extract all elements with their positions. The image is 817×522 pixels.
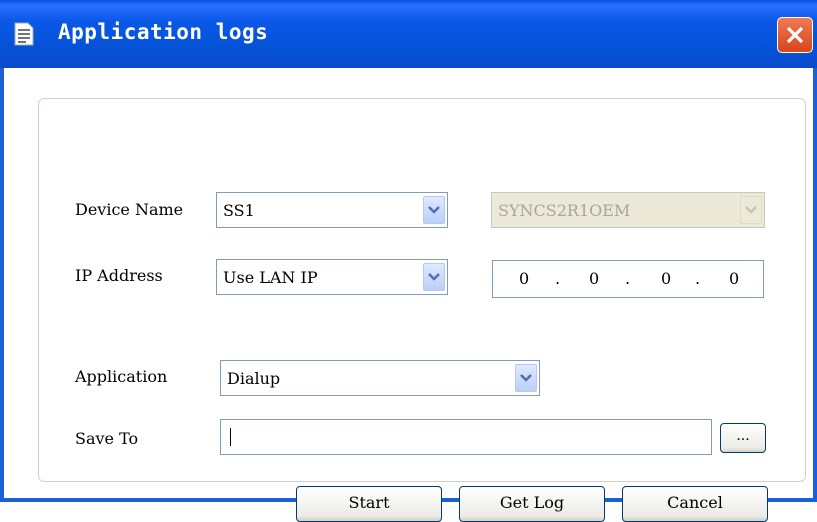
cancel-button[interactable]: Cancel xyxy=(622,486,768,522)
chevron-down-icon[interactable] xyxy=(423,263,445,291)
chevron-down-icon[interactable] xyxy=(423,196,445,224)
ip-address-mode-dropdown[interactable]: Use LAN IP xyxy=(216,259,448,295)
ip-address-label: IP Address xyxy=(75,266,163,285)
ip-octet-3[interactable]: 0 xyxy=(661,269,671,288)
ip-separator: . xyxy=(625,269,631,288)
device-model-dropdown: SYNCS2R1OEM xyxy=(491,192,765,228)
device-model-value: SYNCS2R1OEM xyxy=(498,201,631,220)
window-title: Application logs xyxy=(58,20,269,44)
close-button[interactable] xyxy=(777,17,813,53)
save-to-label: Save To xyxy=(75,429,139,448)
ip-separator: . xyxy=(555,269,561,288)
start-button[interactable]: Start xyxy=(296,486,442,522)
get-log-button[interactable]: Get Log xyxy=(459,486,605,522)
chevron-down-icon xyxy=(740,196,762,224)
save-to-path-input[interactable] xyxy=(220,419,712,455)
ip-octet-2[interactable]: 0 xyxy=(589,269,599,288)
text-cursor xyxy=(230,428,231,446)
chevron-down-icon[interactable] xyxy=(515,364,537,392)
application-label: Application xyxy=(75,367,168,386)
dialog-body: Device Name SS1 SYNCS2R1OEM IP Address U… xyxy=(4,68,813,522)
ip-address-input[interactable]: 0 . 0 . 0 . 0 xyxy=(492,260,764,298)
browse-button[interactable]: ... xyxy=(720,423,766,453)
device-name-value: SS1 xyxy=(223,201,255,220)
ip-separator: . xyxy=(695,269,701,288)
application-dropdown[interactable]: Dialup xyxy=(220,360,540,396)
application-value: Dialup xyxy=(227,369,281,388)
application-logs-window: Application logs Device Name SS1 SYNCS2R… xyxy=(0,0,817,522)
device-name-label: Device Name xyxy=(75,200,184,219)
ip-octet-1[interactable]: 0 xyxy=(519,269,529,288)
ip-address-mode-value: Use LAN IP xyxy=(223,268,318,287)
ip-octet-4[interactable]: 0 xyxy=(729,269,739,288)
document-icon xyxy=(14,22,34,46)
device-name-dropdown[interactable]: SS1 xyxy=(216,192,448,228)
title-bar[interactable]: Application logs xyxy=(0,0,817,68)
